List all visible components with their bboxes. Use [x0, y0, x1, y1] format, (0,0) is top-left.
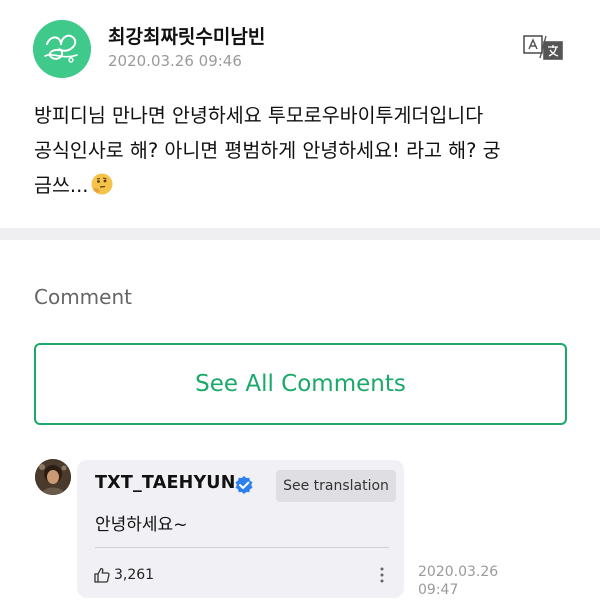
- like-count: 3,261: [114, 567, 155, 583]
- comment-section-title: Comment: [34, 285, 132, 309]
- comment-bubble: TXT_TAEHYUN See translation 안녕하세요~ 3,261: [77, 460, 404, 598]
- see-all-comments-button[interactable]: See All Comments: [34, 343, 567, 425]
- post-header: 최강최짜릿수미남빈 2020.03.26 09:46: [0, 0, 600, 80]
- butterfly-logo-icon: [33, 20, 91, 78]
- comment-date: 2020.03.26 09:47: [418, 563, 498, 599]
- like-button[interactable]: 3,261: [93, 564, 154, 586]
- thinking-face-icon: [90, 172, 114, 196]
- post-body-line-last: 금쓰...: [34, 168, 574, 203]
- post-author-name[interactable]: 최강최짜릿수미남빈: [108, 22, 265, 49]
- comment-author-name[interactable]: TXT_TAEHYUN: [95, 473, 236, 493]
- more-options-icon[interactable]: [375, 564, 389, 586]
- section-divider: [0, 228, 600, 240]
- post-date: 2020.03.26 09:46: [108, 52, 242, 70]
- comment-date-time: 09:47: [418, 582, 459, 598]
- comment-date-day: 2020.03.26: [418, 564, 499, 580]
- author-avatar[interactable]: [33, 20, 91, 78]
- post-body-line: 금쓰...: [34, 174, 89, 197]
- comment-divider: [95, 547, 389, 548]
- translate-icon[interactable]: [520, 32, 566, 62]
- see-all-comments-label: See All Comments: [195, 371, 406, 397]
- post-body-line: 방피디님 만나면 안녕하세요 투모로우바이투게더입니다: [34, 104, 484, 127]
- see-translation-label: See translation: [283, 478, 389, 494]
- post-body: 방피디님 만나면 안녕하세요 투모로우바이투게더입니다 공식인사로 해? 아니면…: [34, 98, 574, 203]
- verified-badge-icon: [234, 475, 254, 495]
- commenter-avatar[interactable]: [35, 459, 71, 495]
- comment-text: 안녕하세요~: [95, 515, 188, 535]
- post-body-line: 공식인사로 해? 아니면 평범하게 안녕하세요! 라고 해? 궁: [34, 139, 501, 162]
- see-translation-button[interactable]: See translation: [276, 470, 396, 502]
- thumbs-up-icon: [94, 567, 110, 583]
